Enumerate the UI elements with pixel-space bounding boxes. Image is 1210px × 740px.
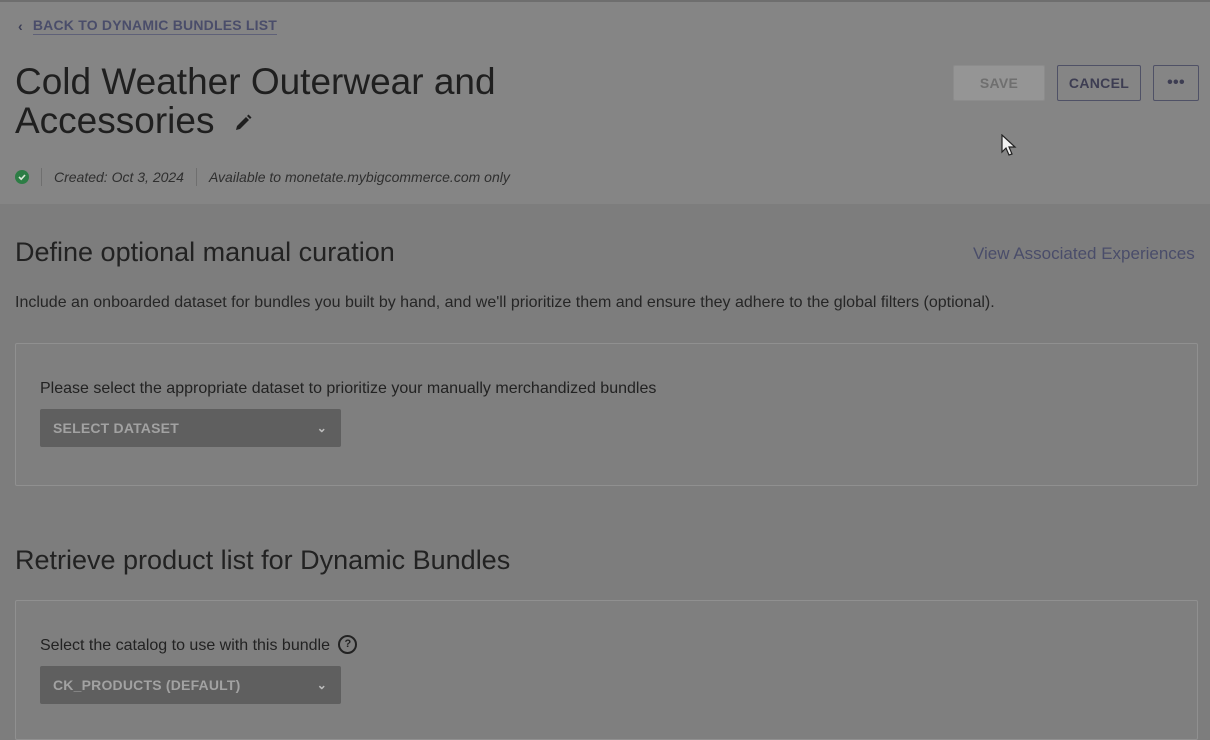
help-question-icon[interactable]: ?: [338, 634, 358, 654]
meta-divider: [41, 168, 42, 186]
retrieve-section-title: Retrieve product list for Dynamic Bundle…: [15, 545, 511, 575]
save-button[interactable]: SAVE: [953, 65, 1045, 101]
more-options-button[interactable]: •••: [1153, 65, 1199, 101]
page-title: Cold Weather Outerwear and Accessories: [15, 62, 615, 140]
chevron-down-icon: ⌄: [316, 678, 327, 692]
title-line-2: Accessories: [15, 100, 215, 141]
mouse-cursor-icon: [1001, 134, 1017, 156]
catalog-label-row: Select the catalog to use with this bund…: [40, 634, 358, 655]
page-header: ‹ BACK TO DYNAMIC BUNDLES LIST Cold Weat…: [0, 0, 1210, 204]
created-date: Created: Oct 3, 2024: [54, 169, 184, 185]
catalog-select[interactable]: CK_PRODUCTS (DEFAULT) ⌄: [40, 666, 341, 704]
more-dots-icon: •••: [1167, 74, 1185, 91]
chevron-down-icon: ⌄: [316, 421, 327, 435]
back-link-label: BACK TO DYNAMIC BUNDLES LIST: [32, 17, 277, 35]
bundle-meta-row: Created: Oct 3, 2024 Available to moneta…: [15, 168, 510, 186]
cancel-button[interactable]: CANCEL: [1057, 65, 1141, 101]
view-associated-experiences-link[interactable]: View Associated Experiences: [973, 244, 1195, 264]
dataset-select-value: SELECT DATASET: [53, 420, 179, 436]
status-check-icon: [15, 170, 29, 184]
title-line-1: Cold Weather Outerwear and: [15, 61, 496, 102]
curation-section-title: Define optional manual curation: [15, 237, 395, 267]
catalog-card: Select the catalog to use with this bund…: [15, 600, 1198, 740]
chevron-left-icon: ‹: [18, 18, 23, 34]
catalog-label: Select the catalog to use with this bund…: [40, 637, 330, 654]
dataset-card: Please select the appropriate dataset to…: [15, 343, 1198, 486]
dataset-select[interactable]: SELECT DATASET ⌄: [40, 409, 341, 447]
catalog-select-value: CK_PRODUCTS (DEFAULT): [53, 677, 241, 693]
curation-description: Include an onboarded dataset for bundles…: [15, 294, 995, 311]
edit-pencil-icon[interactable]: [233, 101, 253, 140]
back-to-list-link[interactable]: ‹ BACK TO DYNAMIC BUNDLES LIST: [18, 17, 277, 35]
dataset-label: Please select the appropriate dataset to…: [40, 380, 657, 397]
meta-divider: [195, 168, 197, 186]
availability-text: Available to monetate.mybigcommerce.com …: [208, 169, 510, 185]
